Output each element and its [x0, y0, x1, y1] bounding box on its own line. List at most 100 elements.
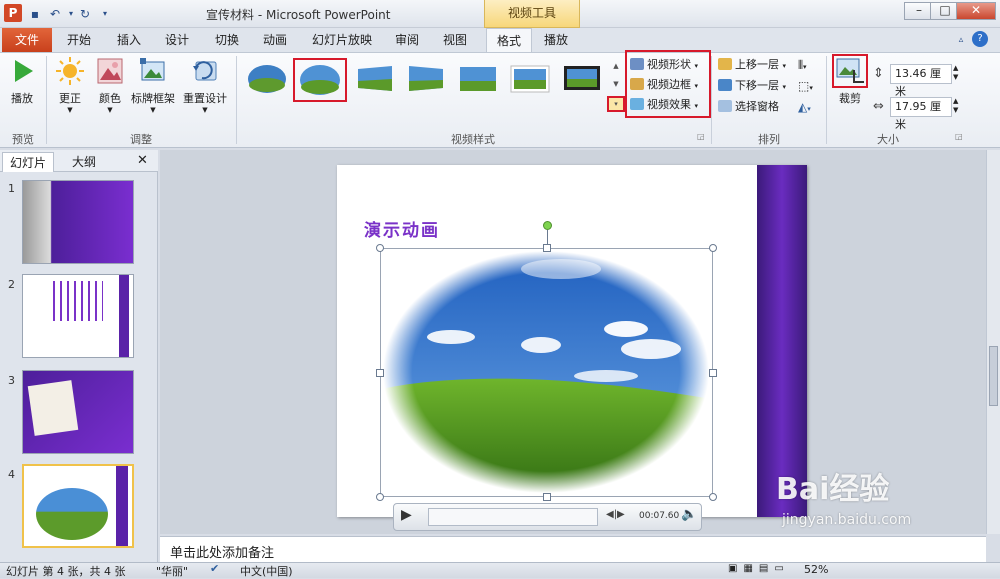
- slide-title[interactable]: 演示动画: [364, 216, 440, 241]
- resize-handle[interactable]: [376, 493, 384, 501]
- play-button[interactable]: 播放: [4, 56, 40, 106]
- language-status[interactable]: 中文(中国): [240, 563, 293, 579]
- resize-handle[interactable]: [376, 244, 384, 252]
- dialog-launcher-icon[interactable]: ◲: [697, 132, 705, 141]
- selection-pane-button[interactable]: 选择窗格: [718, 98, 779, 116]
- crop-label: 裁剪: [839, 92, 861, 105]
- bring-forward-label: 上移一层: [735, 58, 779, 71]
- notes-placeholder[interactable]: 单击此处添加备注: [170, 542, 274, 561]
- video-style-thumbnail[interactable]: [561, 63, 603, 95]
- reset-design-button[interactable]: 重置设计 ▼: [180, 56, 230, 114]
- video-tools-contextual-label: 视频工具: [484, 0, 580, 28]
- tab-home[interactable]: 开始: [58, 28, 100, 52]
- tab-animations[interactable]: 动画: [254, 28, 296, 52]
- poster-frame-button[interactable]: 标牌框架 ▼: [130, 56, 176, 114]
- baidu-watermark: Bai经验 jingyan.baidu.com: [772, 468, 1000, 558]
- rotate-button[interactable]: ◭▾: [798, 98, 811, 116]
- group-label-preview: 预览: [12, 133, 34, 146]
- close-pane-icon[interactable]: ✕: [137, 153, 148, 168]
- slide-thumbnail-4[interactable]: [22, 464, 134, 548]
- slide-purple-sidebar: [757, 165, 807, 517]
- tab-view[interactable]: 视图: [434, 28, 476, 52]
- slide-thumbnail-3[interactable]: [22, 370, 134, 454]
- tab-review[interactable]: 审阅: [386, 28, 428, 52]
- video-effects-button[interactable]: 视频效果 ▾: [630, 96, 698, 114]
- height-input[interactable]: 13.46 厘米: [890, 64, 952, 98]
- redo-icon[interactable]: ↻: [76, 5, 94, 23]
- tab-slide-show[interactable]: 幻灯片放映: [306, 28, 378, 52]
- video-style-thumbnail[interactable]: [405, 63, 447, 95]
- group-divider: [236, 56, 237, 144]
- zoom-level[interactable]: 52%: [804, 563, 828, 576]
- resize-handle[interactable]: [709, 493, 717, 501]
- group-button[interactable]: ⬚▾: [798, 77, 813, 95]
- tab-insert[interactable]: 插入: [108, 28, 150, 52]
- resize-handle[interactable]: [543, 493, 551, 501]
- tab-file[interactable]: 文件: [2, 28, 52, 52]
- view-buttons-icon[interactable]: ▣▦▤▭: [728, 563, 790, 574]
- poster-frame-icon: [140, 58, 165, 81]
- tab-format[interactable]: 格式: [486, 28, 532, 53]
- dialog-launcher-icon[interactable]: ◲: [955, 132, 963, 141]
- slide-number: 2: [8, 278, 15, 291]
- powerpoint-app-icon[interactable]: P: [4, 4, 22, 22]
- sun-icon: [56, 57, 84, 85]
- align-button[interactable]: ⫴▾: [798, 56, 807, 74]
- customize-qat-icon[interactable]: ▾: [96, 5, 114, 23]
- width-input[interactable]: 17.95 厘米: [890, 97, 952, 131]
- slide-thumbnail-1[interactable]: [22, 180, 134, 264]
- resize-handle[interactable]: [709, 244, 717, 252]
- slide-thumbnail-2[interactable]: [22, 274, 134, 358]
- crop-button[interactable]: 裁剪: [832, 54, 868, 106]
- height-spinner-icon[interactable]: ▲ ▼: [953, 64, 958, 82]
- resize-handle[interactable]: [543, 244, 551, 252]
- minimize-ribbon-icon[interactable]: ▵: [952, 31, 970, 49]
- video-style-thumbnail[interactable]: [457, 63, 499, 95]
- help-icon[interactable]: ?: [972, 31, 988, 47]
- tab-playback[interactable]: 播放: [534, 28, 578, 52]
- gallery-scroll-down-icon[interactable]: ▼: [609, 78, 623, 90]
- tab-outline[interactable]: 大纲: [58, 152, 110, 172]
- video-style-thumbnail[interactable]: [354, 63, 396, 95]
- play-pause-icon[interactable]: ▶: [401, 507, 412, 523]
- color-button[interactable]: 颜色 ▼: [92, 56, 128, 114]
- gallery-scroll-up-icon[interactable]: ▲: [609, 60, 623, 72]
- width-icon: ⇔: [873, 99, 884, 114]
- chevron-down-icon: ▾: [803, 63, 807, 71]
- video-style-thumbnail[interactable]: [509, 63, 551, 95]
- video-border-label: 视频边框: [647, 78, 691, 91]
- group-label-arrange: 排列: [758, 133, 780, 146]
- chevron-down-icon: ▾: [807, 105, 811, 113]
- volume-icon[interactable]: 🔈: [681, 507, 697, 522]
- width-spinner-icon[interactable]: ▲ ▼: [953, 97, 958, 115]
- save-icon[interactable]: ▪: [26, 5, 44, 23]
- step-back-forward-icon[interactable]: ◀|▶: [606, 509, 625, 520]
- gallery-more-icon[interactable]: ▾: [607, 96, 625, 112]
- resize-handle[interactable]: [376, 369, 384, 377]
- video-shape-button[interactable]: 视频形状 ▾: [630, 56, 698, 74]
- chevron-down-icon: ▼: [67, 106, 73, 114]
- video-style-thumbnail-selected[interactable]: [293, 58, 347, 102]
- height-icon: ⇕: [873, 66, 884, 81]
- resize-handle[interactable]: [709, 369, 717, 377]
- playback-progress-bar[interactable]: [428, 508, 598, 526]
- reset-design-icon: [193, 61, 217, 81]
- spell-check-icon[interactable]: ✔: [210, 562, 219, 575]
- corrections-button[interactable]: 更正 ▼: [52, 56, 88, 114]
- group-label-adjust: 调整: [130, 133, 152, 146]
- video-style-thumbnail[interactable]: [246, 63, 288, 95]
- close-window-button[interactable]: ✕: [956, 2, 996, 20]
- slide-count-status: 幻灯片 第 4 张，共 4 张: [6, 565, 126, 578]
- tab-design[interactable]: 设计: [156, 28, 198, 52]
- tab-transitions[interactable]: 切换: [206, 28, 248, 52]
- selection-pane-label: 选择窗格: [735, 100, 779, 113]
- video-effects-label: 视频效果: [647, 98, 691, 111]
- video-border-button[interactable]: 视频边框 ▾: [630, 76, 698, 94]
- theme-name-status: "华丽": [156, 565, 189, 578]
- send-backward-button[interactable]: 下移一层 ▾: [718, 77, 786, 95]
- bring-forward-button[interactable]: 上移一层 ▾: [718, 56, 786, 74]
- rotation-handle[interactable]: [543, 221, 552, 230]
- video-border-icon: [630, 78, 644, 90]
- tab-slides[interactable]: 幻灯片: [2, 152, 54, 172]
- group-label-video-styles: 视频样式: [451, 133, 495, 146]
